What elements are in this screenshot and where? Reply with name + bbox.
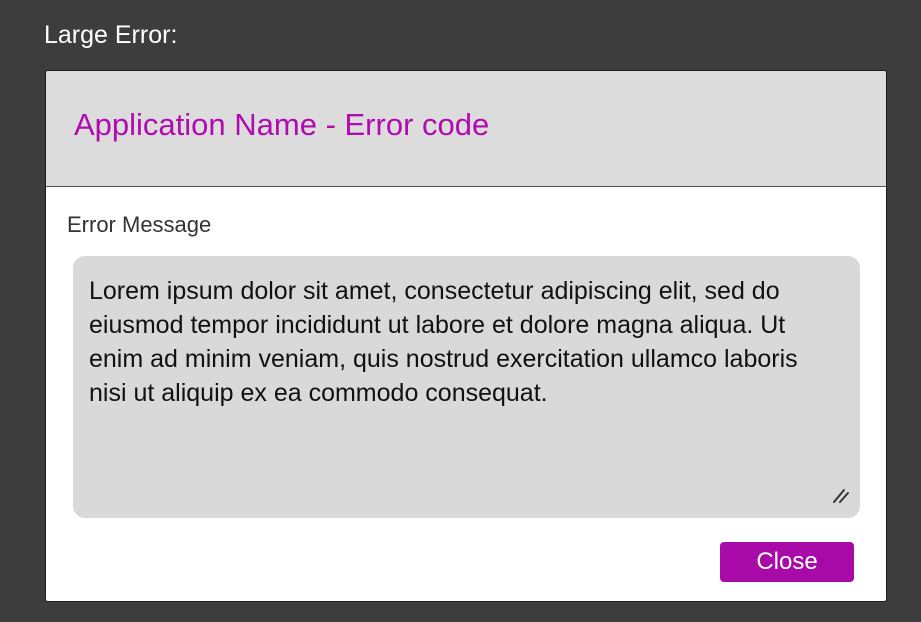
close-button[interactable]: Close — [720, 542, 854, 582]
error-dialog: Application Name - Error code Error Mess… — [45, 70, 887, 602]
dialog-header: Application Name - Error code — [46, 71, 886, 187]
resize-handle-icon[interactable] — [830, 486, 850, 504]
error-message-text: Lorem ipsum dolor sit amet, consectetur … — [89, 277, 798, 407]
error-message-label: Error Message — [67, 212, 212, 237]
dialog-title: Application Name - Error code — [74, 107, 490, 142]
section-label: Large Error: — [44, 21, 178, 49]
error-message-textarea[interactable]: Lorem ipsum dolor sit amet, consectetur … — [73, 256, 860, 518]
